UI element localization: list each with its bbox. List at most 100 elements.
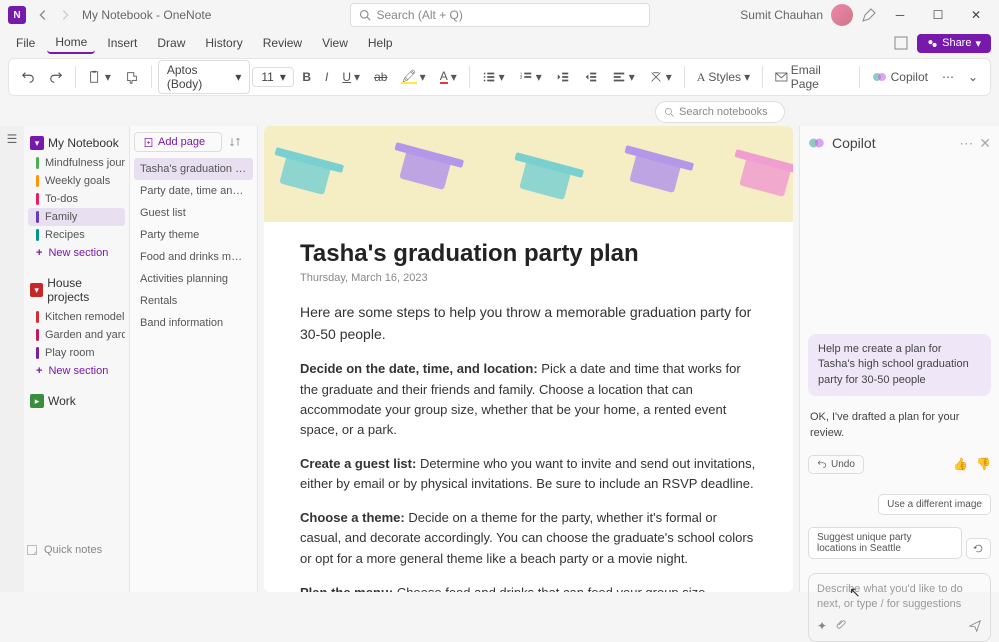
paste-button[interactable]: ▾ xyxy=(82,66,117,88)
page-item[interactable]: Activities planning xyxy=(134,268,253,290)
maximize-button[interactable]: ☐ xyxy=(923,3,953,27)
quick-notes-button[interactable]: Quick notes xyxy=(26,544,102,556)
minimize-button[interactable]: ─ xyxy=(885,3,915,27)
search-placeholder: Search (Alt + Q) xyxy=(377,8,463,22)
sparkle-icon[interactable]: ✦ xyxy=(817,619,827,633)
page-item[interactable]: Rentals xyxy=(134,290,253,312)
hamburger-icon[interactable]: ☰ xyxy=(0,132,24,146)
page-item[interactable]: Food and drinks menu xyxy=(134,246,253,268)
thumbs-down-icon[interactable]: 👎 xyxy=(976,457,991,471)
copilot-more-icon[interactable]: ⋯ xyxy=(959,135,973,152)
send-icon[interactable] xyxy=(968,619,982,633)
page-content[interactable]: Tasha's graduation party plan Thursday, … xyxy=(264,126,793,592)
copilot-icon xyxy=(872,69,888,85)
page-item[interactable]: Tasha's graduation par... xyxy=(134,158,253,180)
search-icon xyxy=(359,9,371,21)
close-button[interactable]: ✕ xyxy=(961,3,991,27)
section-item[interactable]: Garden and yard xyxy=(28,326,125,344)
highlight-button[interactable]: 🖍 ▾ xyxy=(395,66,431,88)
menu-view[interactable]: View xyxy=(314,33,356,53)
copilot-suggestion[interactable]: Suggest unique party locations in Seattl… xyxy=(808,527,962,559)
share-icon xyxy=(927,38,938,49)
svg-text:2: 2 xyxy=(520,75,523,80)
section-item[interactable]: Family xyxy=(28,208,125,226)
refresh-suggestions-button[interactable] xyxy=(966,538,991,559)
section-item[interactable]: Kitchen remodel xyxy=(28,308,125,326)
styles-button[interactable]: A Styles ▾ xyxy=(691,66,756,89)
font-name-select[interactable]: Aptos (Body) ▾ xyxy=(158,60,250,94)
sort-pages-button[interactable] xyxy=(226,133,244,151)
chevron-right-icon: ▸ xyxy=(30,394,44,408)
menu-draw[interactable]: Draw xyxy=(149,33,193,53)
main-area: ☰ ▾ My Notebook Mindfulness journal Week… xyxy=(0,126,999,592)
copilot-input[interactable]: Describe what you'd like to do next, or … xyxy=(808,573,991,642)
outdent-button[interactable] xyxy=(550,66,576,88)
menu-help[interactable]: Help xyxy=(360,33,401,53)
italic-button[interactable]: I xyxy=(319,66,334,88)
section-item[interactable]: Recipes xyxy=(28,226,125,244)
font-size-select[interactable]: 11 ▾ xyxy=(252,67,294,87)
menu-review[interactable]: Review xyxy=(255,33,310,53)
forward-button[interactable] xyxy=(54,4,76,26)
notebook-header-mynotebook[interactable]: ▾ My Notebook xyxy=(28,132,125,154)
menu-insert[interactable]: Insert xyxy=(99,33,145,53)
page-item[interactable]: Guest list xyxy=(134,202,253,224)
page-text[interactable]: Here are some steps to help you throw a … xyxy=(300,302,757,592)
format-painter-button[interactable] xyxy=(119,66,145,88)
app-mode-icon[interactable] xyxy=(893,35,909,51)
font-color-button[interactable]: A ▾ xyxy=(434,66,463,88)
page-item[interactable]: Party theme xyxy=(134,224,253,246)
chevron-down-icon: ▾ xyxy=(30,283,43,297)
chevron-down-icon: ▾ xyxy=(30,136,44,150)
page-paragraph: Choose a theme: Decide on a theme for th… xyxy=(300,508,757,568)
copilot-input-placeholder: Describe what you'd like to do next, or … xyxy=(817,582,982,613)
underline-button[interactable]: U ▾ xyxy=(336,66,366,88)
menu-home[interactable]: Home xyxy=(47,32,95,54)
section-item[interactable]: Play room xyxy=(28,344,125,362)
hamburger-column: ☰ xyxy=(0,126,24,592)
bold-button[interactable]: B xyxy=(296,66,317,88)
redo-button[interactable] xyxy=(43,66,69,88)
numbered-list-button[interactable]: 12 ▾ xyxy=(513,66,548,88)
more-button[interactable]: ⋯ xyxy=(936,66,960,88)
copilot-toolbar-button[interactable]: Copilot xyxy=(866,65,934,89)
align-button[interactable]: ▾ xyxy=(606,66,641,88)
copilot-header: Copilot ⋯ ✕ xyxy=(808,132,991,154)
copilot-close-icon[interactable]: ✕ xyxy=(979,135,991,152)
notebook-header-house[interactable]: ▾ House projects xyxy=(28,272,125,308)
add-page-button[interactable]: Add page xyxy=(134,132,222,152)
new-section-button[interactable]: +New section xyxy=(28,362,125,380)
menu-file[interactable]: File xyxy=(8,33,43,53)
page-intro: Here are some steps to help you throw a … xyxy=(300,302,757,345)
app-icon: N xyxy=(8,6,26,24)
pen-icon[interactable] xyxy=(861,7,877,23)
avatar[interactable] xyxy=(831,4,853,26)
search-notebooks-input[interactable]: Search notebooks xyxy=(655,101,785,123)
new-section-button[interactable]: +New section xyxy=(28,244,125,262)
section-item[interactable]: To-dos xyxy=(28,190,125,208)
ribbon-toolbar: ▾ Aptos (Body) ▾ 11 ▾ B I U ▾ ab 🖍 ▾ A ▾… xyxy=(8,58,991,96)
ribbon-chevron[interactable]: ⌄ xyxy=(962,66,984,88)
back-button[interactable] xyxy=(32,4,54,26)
page-item[interactable]: Band information xyxy=(134,312,253,334)
menu-history[interactable]: History xyxy=(197,33,250,53)
notebook-header-work[interactable]: ▸ Work xyxy=(28,390,125,412)
thumbs-up-icon[interactable]: 👍 xyxy=(953,457,968,471)
strikethrough-button[interactable]: ab xyxy=(368,66,393,88)
indent-button[interactable] xyxy=(578,66,604,88)
email-page-button[interactable]: Email Page xyxy=(769,59,853,95)
copilot-suggestion[interactable]: Use a different image xyxy=(878,494,991,515)
bullet-list-button[interactable]: ▾ xyxy=(476,66,511,88)
undo-button[interactable] xyxy=(15,66,41,88)
section-item[interactable]: Mindfulness journal xyxy=(28,154,125,172)
attach-icon[interactable] xyxy=(835,619,847,633)
section-item[interactable]: Weekly goals xyxy=(28,172,125,190)
page-title[interactable]: Tasha's graduation party plan xyxy=(300,240,757,268)
search-input[interactable]: Search (Alt + Q) xyxy=(350,3,650,27)
copilot-undo-button[interactable]: Undo xyxy=(808,455,864,474)
clear-format-button[interactable]: ▾ xyxy=(643,66,678,88)
refresh-icon xyxy=(973,543,984,554)
share-button[interactable]: Share ▾ xyxy=(917,34,991,53)
page-item[interactable]: Party date, time and locat... xyxy=(134,180,253,202)
page-date: Thursday, March 16, 2023 xyxy=(300,272,757,284)
